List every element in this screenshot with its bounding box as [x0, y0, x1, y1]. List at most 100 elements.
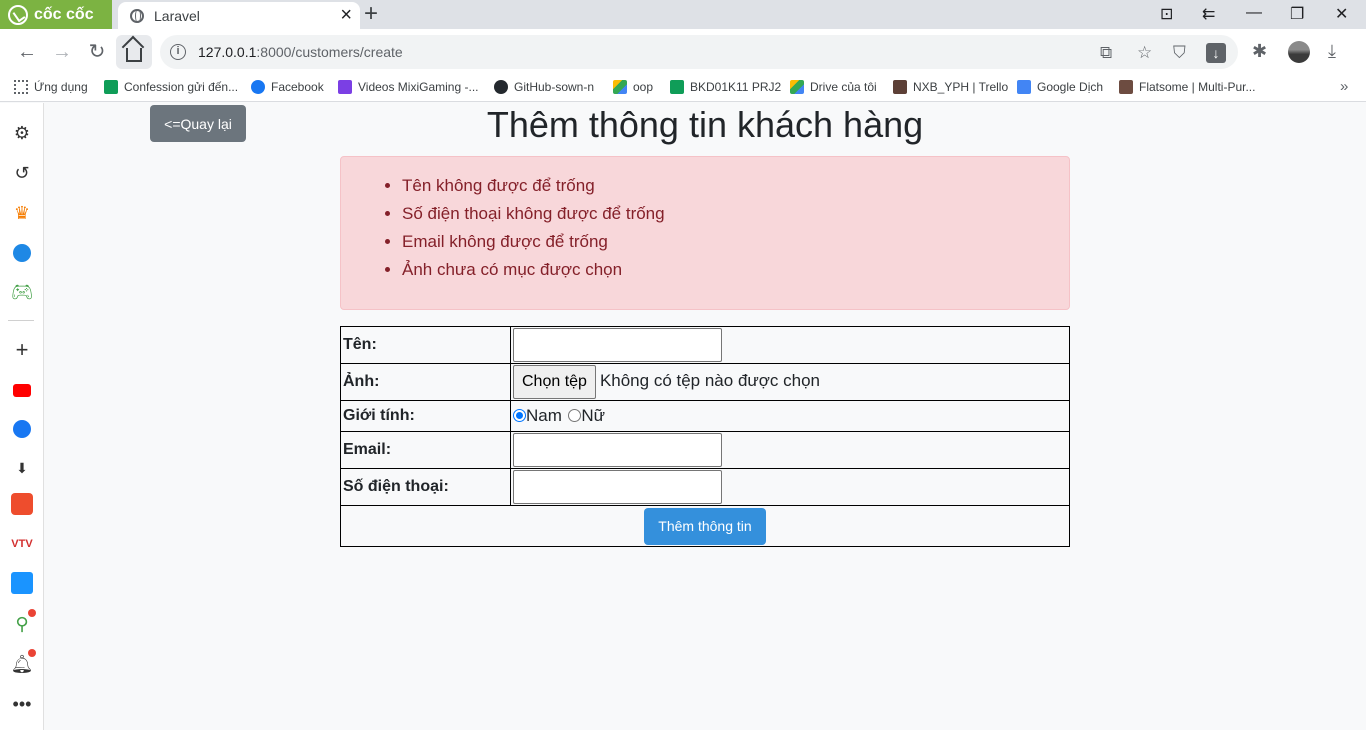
bookmark-flatsome[interactable]: Flatsome | Multi-Pur...	[1119, 80, 1255, 94]
page-title: Thêm thông tin khách hàng	[486, 104, 924, 145]
browser-sidebar: ⚙ ↺ ♛ 🎮︎ + ⬇ VTV ⚲ 🔔︎ •••	[0, 103, 44, 730]
more-options-icon[interactable]: •••	[11, 693, 33, 715]
image-cell: Chọn tệp Không có tệp nào được chọn	[510, 363, 1070, 401]
phone-cell	[510, 468, 1070, 506]
notification-bell-icon[interactable]: 🔔︎	[11, 649, 36, 675]
name-label: Tên:	[340, 326, 511, 364]
apps-grid-icon	[14, 80, 28, 94]
bookmark-google-translate[interactable]: Google Dịch	[1017, 80, 1103, 94]
error-item: Số điện thoại không được để trống	[402, 200, 665, 228]
vtv-go-icon[interactable]: VTV	[11, 533, 33, 555]
choose-file-button[interactable]: Chọn tệp	[513, 365, 596, 399]
github-icon	[494, 80, 508, 94]
forward-arrow-icon[interactable]: →	[49, 39, 75, 65]
facebook-icon[interactable]	[11, 418, 33, 440]
flatsome-icon	[1119, 80, 1133, 94]
home-icon	[126, 47, 142, 62]
site-info-icon[interactable]: i	[170, 44, 186, 60]
downloads-icon[interactable]: ⤓	[1328, 41, 1336, 62]
gender-male-label[interactable]: Nam	[526, 406, 562, 425]
tab-title: Laravel	[154, 7, 200, 24]
avatar[interactable]	[1288, 41, 1310, 63]
bookmarks-overflow-icon[interactable]: »	[1340, 78, 1348, 95]
sidebar-divider	[8, 320, 34, 321]
tab-laravel[interactable]: Laravel ×	[118, 2, 360, 29]
globe-icon	[130, 8, 144, 23]
form-row-name: Tên:	[340, 326, 1070, 364]
tab-search-icon[interactable]: ⊡	[1160, 4, 1173, 24]
coccoc-logo-icon	[8, 4, 28, 25]
restore-icon[interactable]: ❐	[1290, 4, 1304, 24]
home-button[interactable]	[116, 35, 152, 69]
bookmark-drive[interactable]: Drive của tôi	[790, 80, 877, 94]
gender-label: Giới tính:	[340, 400, 511, 432]
address-bar[interactable]: i 127.0.0.1:8000/customers/create ⧉ ☆ ⛉ …	[160, 35, 1238, 69]
back-arrow-icon[interactable]: ←	[14, 39, 40, 65]
browser-toolbar: ← → ↻ i 127.0.0.1:8000/customers/create …	[0, 29, 1366, 75]
gender-female-radio[interactable]	[568, 409, 582, 422]
sheets-icon	[104, 80, 118, 94]
youtube-icon[interactable]	[11, 379, 33, 401]
bookmark-mixigaming[interactable]: Videos MixiGaming -...	[338, 80, 479, 94]
name-cell	[510, 326, 1070, 364]
tab-strip: cốc cốc Laravel × + ⊡ ⇇ — ❐ ✕	[0, 0, 1366, 29]
email-cell	[510, 431, 1070, 469]
form-row-image: Ảnh: Chọn tệp Không có tệp nào được chọn	[340, 363, 1070, 401]
history-icon[interactable]: ↺	[11, 162, 33, 184]
form-row-phone: Số điện thoại:	[340, 468, 1070, 506]
download-savior-icon[interactable]: ↓	[1206, 43, 1226, 63]
sheets-icon	[670, 80, 684, 94]
error-item: Tên không được để trống	[402, 172, 665, 200]
phone-label: Số điện thoại:	[340, 468, 511, 506]
submit-button[interactable]: Thêm thông tin	[644, 507, 766, 545]
add-shortcut-icon[interactable]: +	[11, 337, 33, 362]
trello-icon	[893, 80, 907, 94]
crown-icon[interactable]: ♛	[11, 202, 33, 224]
minimize-icon[interactable]: —	[1246, 4, 1262, 22]
coccoc-rewards-icon[interactable]: ⚲	[11, 609, 36, 635]
error-item: Ảnh chưa có mục được chọn	[402, 256, 665, 284]
messenger-icon[interactable]	[11, 242, 33, 264]
settings-gear-icon[interactable]: ⚙	[11, 122, 33, 144]
shopee-icon[interactable]	[11, 493, 33, 515]
google-drive-icon	[613, 80, 627, 94]
back-button[interactable]: <=Quay lại	[150, 105, 246, 142]
bookmark-oop[interactable]: oop	[613, 80, 653, 94]
file-status-text: Không có tệp nào được chọn	[599, 371, 821, 390]
bookmark-confession[interactable]: Confession gửi đến...	[104, 80, 238, 94]
coccoc-menu-button[interactable]: cốc cốc	[0, 0, 112, 29]
customer-form: Tên: Ảnh: Chọn tệp Không có tệp nào được …	[340, 326, 1070, 547]
window-close-icon[interactable]: ✕	[1335, 4, 1348, 24]
download-icon[interactable]: ⬇	[11, 457, 33, 479]
submit-cell: Thêm thông tin	[340, 505, 1070, 547]
error-item: Email không được để trống	[402, 228, 665, 256]
gender-cell: Nam Nữ	[510, 400, 1070, 432]
sidebar-toggle-icon[interactable]: ⇇	[1202, 4, 1215, 24]
bookmark-apps[interactable]: Ứng dụng	[14, 80, 88, 94]
brand-label: cốc cốc	[34, 5, 94, 23]
error-list: Tên không được để trống Số điện thoại kh…	[402, 172, 665, 284]
gender-male-radio[interactable]	[513, 409, 526, 422]
tiki-icon[interactable]	[11, 572, 33, 594]
tab-close-icon[interactable]: ×	[340, 4, 352, 27]
email-label: Email:	[340, 431, 511, 469]
bookmark-facebook[interactable]: Facebook	[251, 80, 324, 94]
twitch-icon	[338, 80, 352, 94]
form-row-gender: Giới tính: Nam Nữ	[340, 400, 1070, 432]
shield-icon[interactable]: ⛉	[1173, 43, 1186, 63]
bookmarks-bar: Ứng dụng Confession gửi đến... Facebook …	[0, 75, 1366, 102]
bookmark-star-icon[interactable]: ☆	[1137, 43, 1152, 63]
extensions-icon[interactable]: ✱	[1252, 41, 1267, 62]
new-tab-icon[interactable]: +	[364, 1, 378, 27]
bookmark-bkd01k11[interactable]: BKD01K11 PRJ2	[670, 80, 781, 94]
bookmark-trello[interactable]: NXB_YPH | Trello	[893, 80, 1008, 94]
translate-icon[interactable]: ⧉	[1100, 43, 1112, 63]
gender-female-label[interactable]: Nữ	[581, 406, 605, 425]
bookmark-github[interactable]: GitHub-sown-n	[494, 80, 594, 94]
name-input[interactable]	[513, 328, 722, 362]
phone-input[interactable]	[513, 470, 722, 504]
email-input[interactable]	[513, 433, 722, 467]
facebook-icon	[251, 80, 265, 94]
game-controller-icon[interactable]: 🎮︎	[11, 281, 34, 303]
reload-icon[interactable]: ↻	[84, 39, 110, 65]
